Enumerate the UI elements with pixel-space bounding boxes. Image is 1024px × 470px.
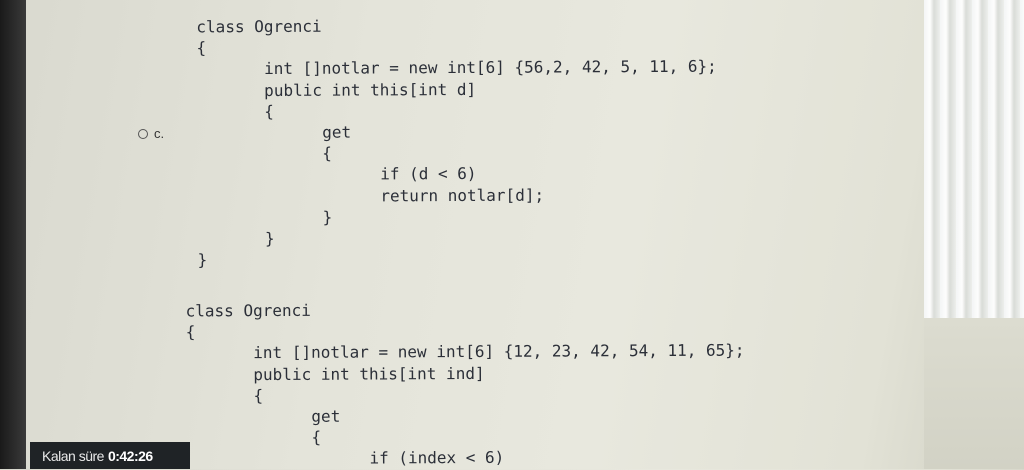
- screen-bezel: [0, 0, 26, 469]
- timer-label: Kalan süre: [42, 447, 104, 464]
- option-c-code: class Ogrenci { int []notlar = new int[6…: [196, 16, 717, 270]
- option-c-radio[interactable]: c.: [138, 126, 164, 141]
- radio-circle-icon[interactable]: [138, 128, 148, 139]
- timer-value: 0:42:26: [107, 447, 153, 464]
- window-glare: [924, 0, 1024, 318]
- background-edge: [924, 318, 1024, 469]
- option-c-label: c.: [154, 126, 165, 141]
- remaining-time-badge: Kalan süre 0:42:26: [30, 442, 190, 469]
- option-d-code: class Ogrenci { int []notlar = new int[6…: [185, 300, 745, 469]
